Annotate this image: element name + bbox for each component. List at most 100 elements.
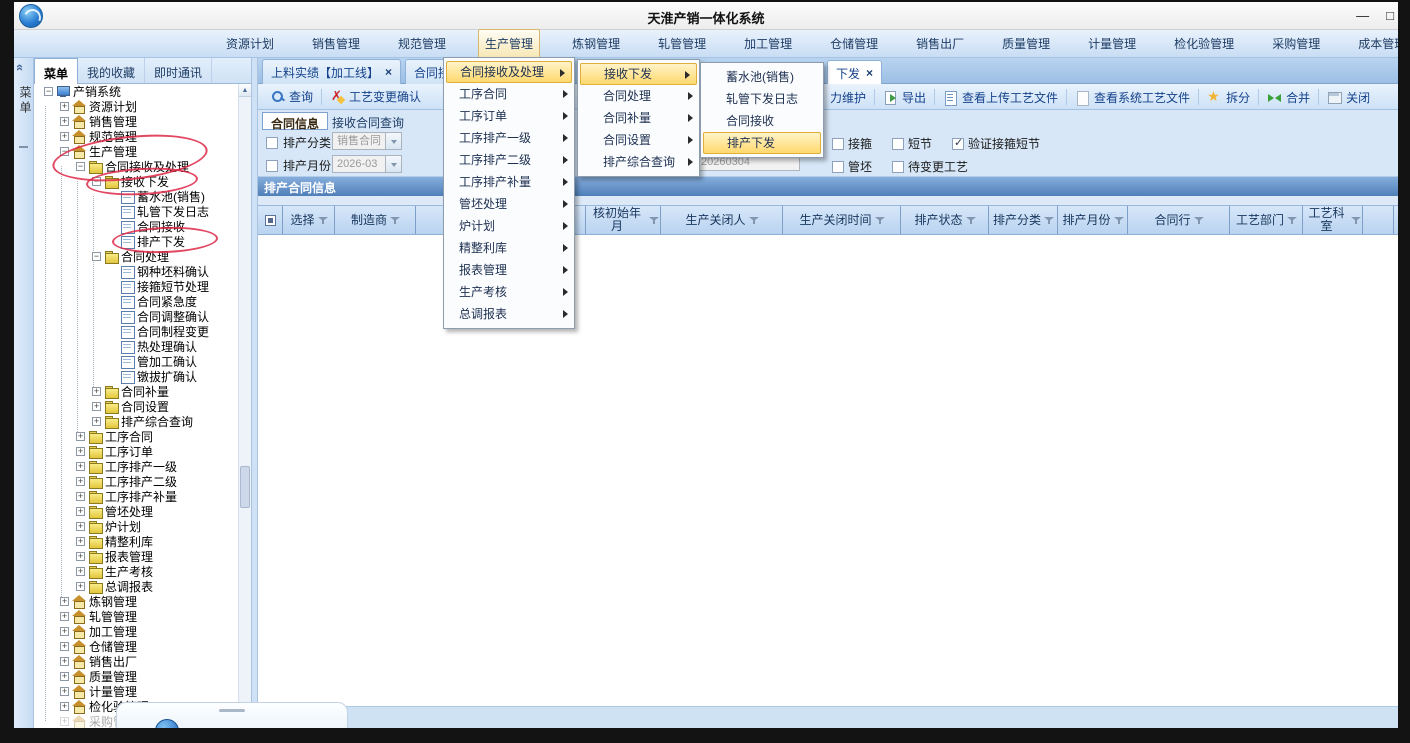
context-menu-item[interactable]: 排产综合查询 — [578, 151, 699, 173]
column-header[interactable]: 工艺科室 — [1303, 206, 1363, 234]
context-menu-item[interactable]: 工序排产补量 — [444, 171, 574, 193]
tree-toggle-icon[interactable]: + — [60, 132, 69, 141]
context-menu-item[interactable]: 工序排产二级 — [444, 149, 574, 171]
menubar-item[interactable]: 加工管理 — [738, 30, 798, 57]
sidebar-tab[interactable]: 菜单 — [34, 58, 78, 84]
tree-node[interactable]: +合同补量 — [34, 384, 238, 399]
toolbar-button[interactable]: 工艺变更确认 — [324, 88, 427, 105]
toolbar-button[interactable]: 力维护 — [824, 89, 872, 106]
column-header[interactable]: 制造商 — [335, 206, 416, 234]
menubar-item[interactable]: 质量管理 — [996, 30, 1056, 57]
context-menu-item[interactable]: 工序合同 — [444, 83, 574, 105]
context-menu-item[interactable]: 报表管理 — [444, 259, 574, 281]
plan-class-checkbox[interactable] — [266, 137, 278, 149]
menubar-item[interactable]: 采购管理 — [1266, 30, 1326, 57]
tree-node[interactable]: 钢种坯料确认 — [34, 264, 238, 279]
column-header[interactable]: 合同行 — [1128, 206, 1230, 234]
context-menu-item[interactable]: 管坯处理 — [444, 193, 574, 215]
context-menu-item[interactable]: 精整利库 — [444, 237, 574, 259]
toolbar-button[interactable]: 拆分 — [1201, 89, 1256, 106]
checkbox[interactable] — [832, 161, 844, 173]
context-menu-item[interactable]: 合同处理 — [578, 85, 699, 107]
tree-toggle-icon[interactable]: + — [76, 582, 85, 591]
menubar-item[interactable]: 销售管理 — [306, 30, 366, 57]
tree-toggle-icon[interactable]: + — [76, 552, 85, 561]
tree-node[interactable]: +计量管理 — [34, 684, 238, 699]
tree-node[interactable]: 镦拔扩确认 — [34, 369, 238, 384]
tree-toggle-icon[interactable]: − — [92, 252, 101, 261]
tree-toggle-icon[interactable]: − — [44, 87, 53, 96]
context-menu-item[interactable]: 工序订单 — [444, 105, 574, 127]
context-menu-item[interactable]: 接收下发 — [580, 63, 697, 85]
filter-funnel-icon[interactable] — [875, 216, 884, 225]
tree-node[interactable]: +工序排产一级 — [34, 459, 238, 474]
tree-toggle-icon[interactable]: + — [76, 492, 85, 501]
tree-node[interactable]: +工序排产二级 — [34, 474, 238, 489]
filter-funnel-icon[interactable] — [1351, 216, 1360, 225]
menubar-item[interactable]: 销售出厂 — [910, 30, 970, 57]
tree-toggle-icon[interactable]: + — [76, 477, 85, 486]
column-header[interactable]: 排产状态 — [901, 206, 989, 234]
column-header[interactable] — [1363, 206, 1394, 234]
tree-node[interactable]: 热处理确认 — [34, 339, 238, 354]
filter-tab-receive-query[interactable]: 接收合同查询 — [324, 112, 412, 130]
minimize-button[interactable]: — — [1356, 8, 1369, 23]
tree-node[interactable]: +销售出厂 — [34, 654, 238, 669]
filter-funnel-icon[interactable] — [649, 216, 658, 225]
tree-node[interactable]: +资源计划 — [34, 99, 238, 114]
tree-toggle-icon[interactable]: + — [76, 522, 85, 531]
tree-node[interactable]: 管加工确认 — [34, 354, 238, 369]
tree-toggle-icon[interactable]: + — [60, 702, 69, 711]
document-tab[interactable]: 上料实绩【加工线】× — [262, 59, 401, 84]
tree-toggle-icon[interactable]: + — [60, 117, 69, 126]
context-menu-item[interactable]: 炉计划 — [444, 215, 574, 237]
tree-toggle-icon[interactable]: + — [60, 657, 69, 666]
filter-tab-contract-info[interactable]: 合同信息 — [262, 112, 328, 130]
column-header[interactable]: 核初始年月 — [586, 206, 661, 234]
context-menu-item[interactable]: 排产下发 — [703, 132, 821, 154]
tree-toggle-icon[interactable]: + — [76, 567, 85, 576]
context-menu-item[interactable]: 合同补量 — [578, 107, 699, 129]
tree-node[interactable]: +合同设置 — [34, 399, 238, 414]
context-menu-item[interactable]: 生产考核 — [444, 281, 574, 303]
checkbox[interactable] — [952, 138, 964, 150]
tree-node[interactable]: 轧管下发日志 — [34, 204, 238, 219]
tab-close-icon[interactable]: × — [866, 66, 873, 80]
tree-toggle-icon[interactable]: + — [60, 597, 69, 606]
context-menu-item[interactable]: 合同接收 — [701, 110, 823, 132]
context-menu-item[interactable]: 合同设置 — [578, 129, 699, 151]
filter-funnel-icon[interactable] — [966, 216, 975, 225]
tree-node[interactable]: 合同紧急度 — [34, 294, 238, 309]
select-all-header-cell[interactable] — [258, 206, 283, 234]
tree-node[interactable]: +仓储管理 — [34, 639, 238, 654]
tab-close-icon[interactable]: × — [385, 65, 392, 79]
menubar-item[interactable]: 仓储管理 — [824, 30, 884, 57]
toolbar-button[interactable]: 合并 — [1261, 89, 1316, 106]
tree-toggle-icon[interactable]: + — [76, 537, 85, 546]
tree-node[interactable]: +精整利库 — [34, 534, 238, 549]
tree-node[interactable]: 接箍短节处理 — [34, 279, 238, 294]
tree-node[interactable]: +轧管管理 — [34, 609, 238, 624]
menubar-item[interactable]: 炼钢管理 — [566, 30, 626, 57]
tree-node[interactable]: 合同调整确认 — [34, 309, 238, 324]
scroll-up-icon[interactable]: ▲ — [239, 84, 251, 97]
tree-toggle-icon[interactable]: + — [76, 447, 85, 456]
checkbox[interactable] — [892, 138, 904, 150]
toolbar-button[interactable]: 查看系统工艺文件 — [1069, 89, 1196, 106]
collapse-chevron-icon[interactable]: « — [13, 64, 28, 71]
column-header[interactable]: 生产关闭时间 — [783, 206, 901, 234]
menubar-item[interactable]: 资源计划 — [220, 30, 280, 57]
tree-node[interactable]: +总调报表 — [34, 579, 238, 594]
tree-toggle-icon[interactable]: + — [60, 672, 69, 681]
tree-toggle-icon[interactable]: + — [92, 417, 101, 426]
tree-node[interactable]: +工序排产补量 — [34, 489, 238, 504]
tree-node[interactable]: −产销系统 — [34, 84, 238, 99]
toolbar-button[interactable]: 导出 — [877, 89, 932, 106]
menubar-item[interactable]: 轧管管理 — [652, 30, 712, 57]
tree-scrollbar[interactable]: ▲ — [238, 84, 251, 728]
filter-funnel-icon[interactable] — [390, 216, 399, 225]
context-menu-item[interactable]: 工序排产一级 — [444, 127, 574, 149]
sidebar-tab[interactable]: 即时通讯 — [145, 58, 212, 83]
filter-funnel-icon[interactable] — [318, 216, 327, 225]
filter-funnel-icon[interactable] — [1287, 216, 1296, 225]
